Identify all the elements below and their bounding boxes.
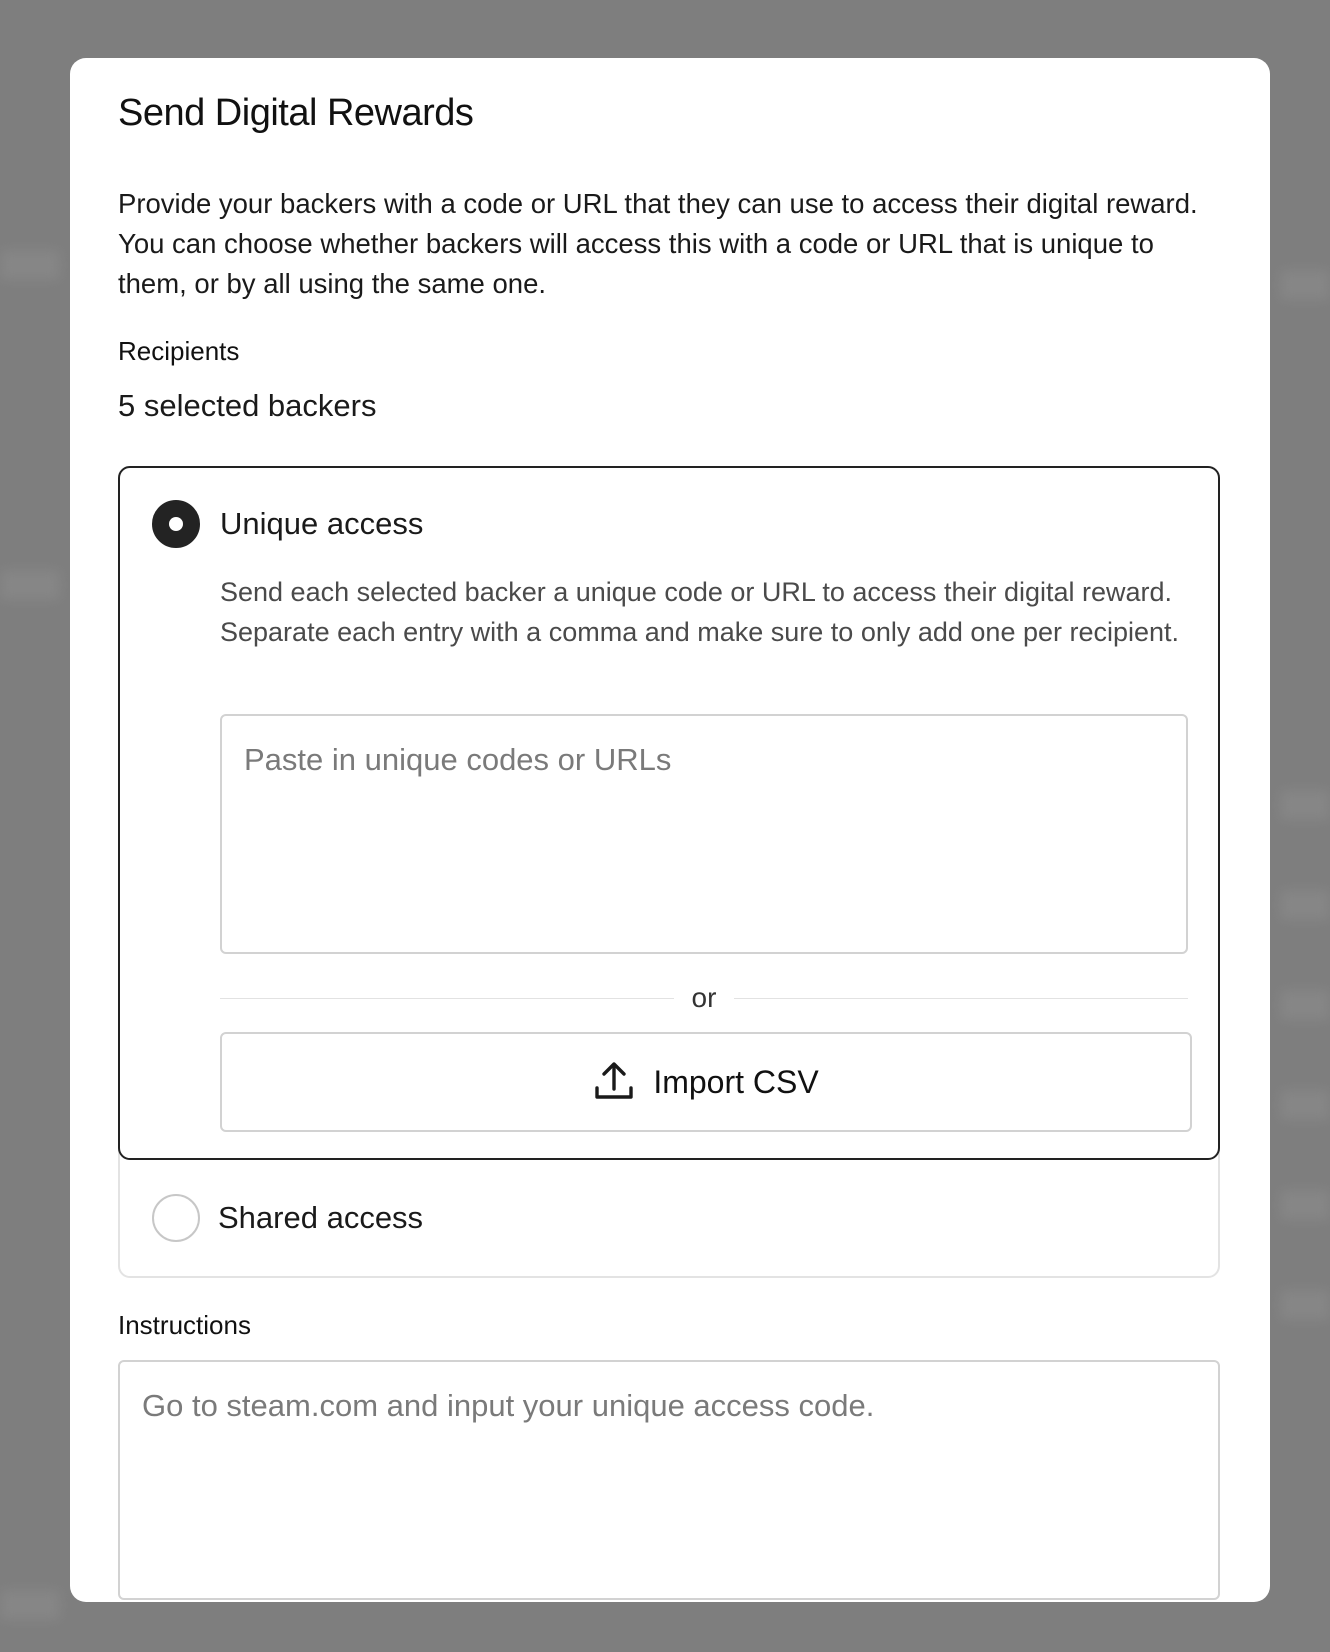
background-text [1280, 990, 1330, 1020]
background-text [1280, 790, 1330, 820]
send-digital-rewards-modal: Send Digital Rewards Provide your backer… [70, 58, 1270, 1602]
modal-intro-text: Provide your backers with a code or URL … [118, 188, 1198, 299]
instructions-label: Instructions [118, 1310, 251, 1340]
unique-access-radio[interactable] [152, 500, 200, 548]
recipients-count: 5 selected backers [118, 388, 377, 423]
shared-access-option[interactable]: Shared access [120, 1160, 1218, 1276]
background-text [0, 570, 60, 600]
import-csv-button[interactable]: Import CSV [220, 1032, 1192, 1132]
modal-title: Send Digital Rewards [118, 92, 474, 134]
or-divider: or [220, 976, 1188, 1020]
unique-access-option[interactable]: Unique access Send each selected backer … [118, 466, 1220, 1160]
unique-access-label[interactable]: Unique access [220, 506, 423, 542]
background-text [1280, 270, 1330, 300]
background-text [0, 1590, 60, 1620]
unique-access-description: Send each selected backer a unique code … [220, 577, 1180, 647]
recipients-label: Recipients [118, 336, 240, 366]
background-text [1280, 1190, 1330, 1220]
divider-line-right [734, 998, 1188, 999]
background-text [1280, 890, 1330, 920]
background-text [1280, 1090, 1330, 1120]
instructions-input[interactable] [118, 1360, 1220, 1600]
access-options-group: Unique access Send each selected backer … [118, 466, 1220, 1278]
shared-access-label[interactable]: Shared access [218, 1200, 423, 1236]
shared-access-radio[interactable] [152, 1194, 200, 1242]
background-text [1280, 1290, 1330, 1320]
unique-codes-input[interactable] [220, 714, 1188, 954]
background-text [0, 250, 60, 280]
upload-icon [593, 1060, 635, 1105]
import-csv-label: Import CSV [653, 1063, 819, 1100]
